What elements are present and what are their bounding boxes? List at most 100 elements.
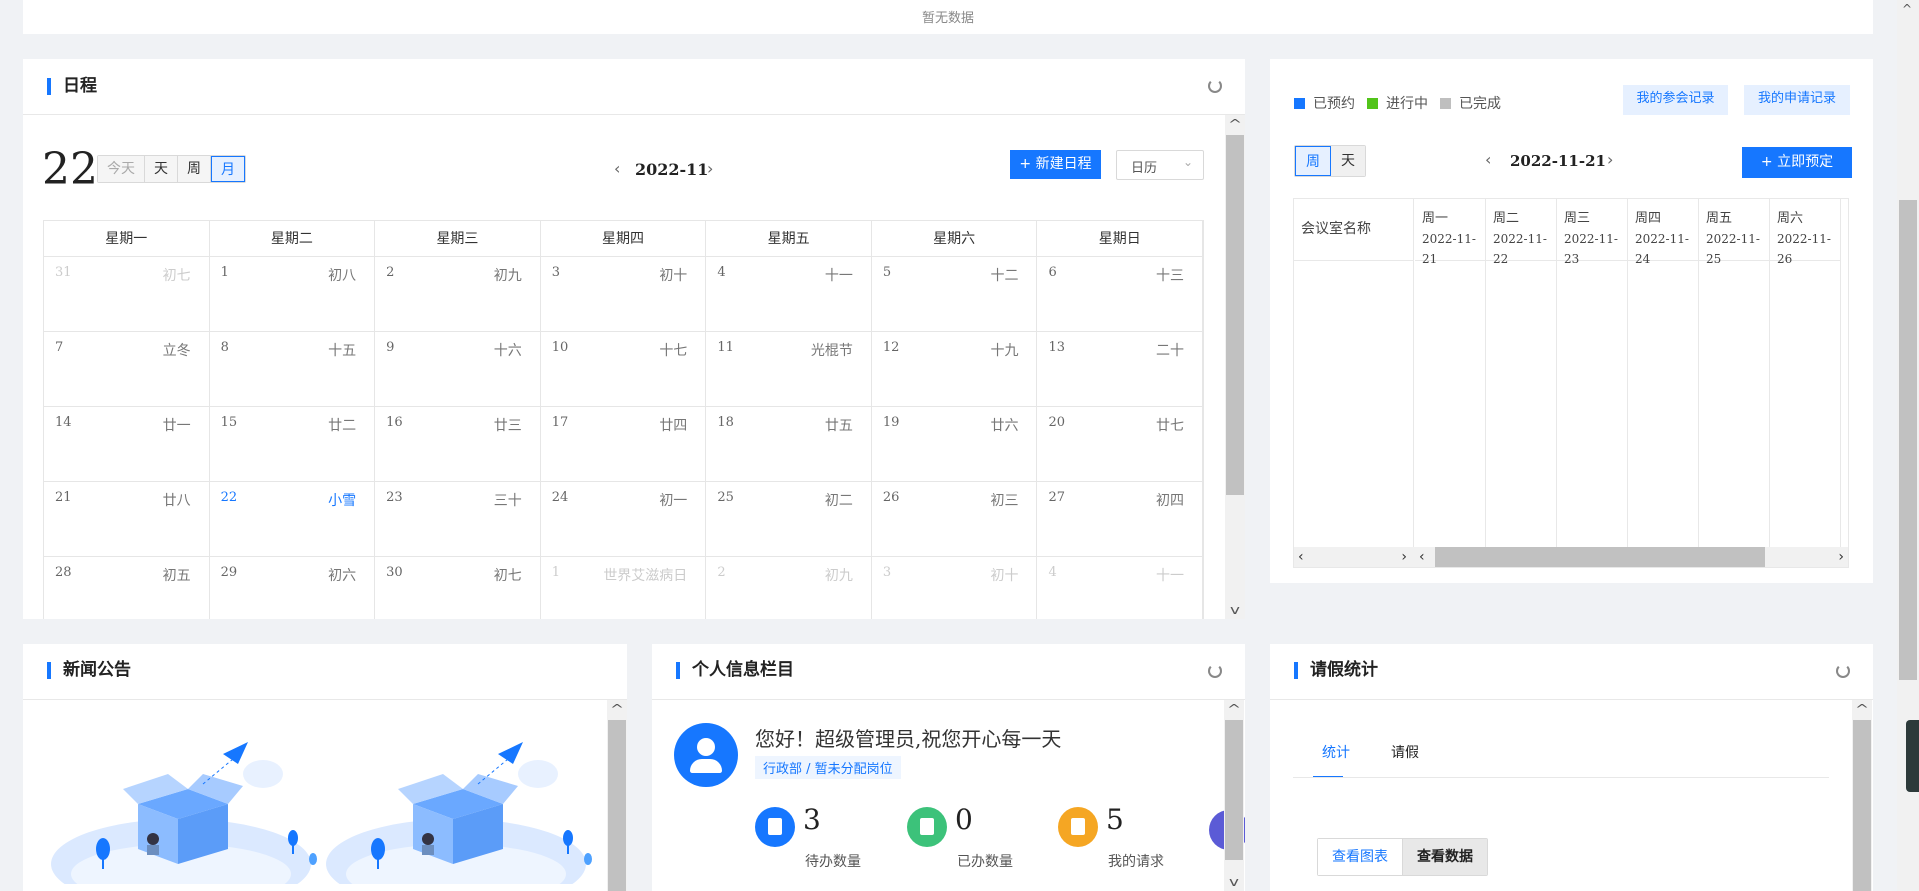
chevron-down-icon: ⌄ <box>1182 155 1193 169</box>
view-data-button[interactable]: 查看数据 <box>1403 839 1487 875</box>
scroll-thumb[interactable] <box>1899 200 1917 680</box>
refresh-icon[interactable] <box>1208 664 1222 678</box>
calendar-day-cell[interactable]: 8 十五 <box>210 332 376 406</box>
calendar-day-cell[interactable]: 22 小雪 <box>210 482 376 556</box>
calendar-day-cell[interactable]: 10 十七 <box>541 332 707 406</box>
tab-leave[interactable]: 请假 <box>1391 742 1419 762</box>
scroll-thumb[interactable] <box>1853 720 1871 891</box>
day-number: 4 <box>717 265 726 280</box>
refresh-icon[interactable] <box>1836 664 1850 678</box>
calendar-day-cell[interactable]: 21 廿八 <box>44 482 210 556</box>
calendar-day-cell[interactable]: 15 廿二 <box>210 407 376 481</box>
calendar-day-cell[interactable]: 5 十二 <box>872 257 1038 331</box>
month-button[interactable]: 月 <box>211 156 245 182</box>
mode-select[interactable]: 日历 ⌄ <box>1116 150 1204 180</box>
calendar-day-cell[interactable]: 17 廿四 <box>541 407 707 481</box>
lunar-label: 初一 <box>659 493 688 509</box>
calendar-day-cell[interactable]: 7 立冬 <box>44 332 210 406</box>
view-chart-button[interactable]: 查看图表 <box>1318 839 1403 875</box>
day-button[interactable]: 天 <box>145 156 178 182</box>
scroll-left-icon[interactable]: ‹ <box>1419 547 1425 567</box>
book-now-button[interactable]: + 立即预定 <box>1742 147 1852 178</box>
weekday-header: 星期二 <box>210 221 376 256</box>
calendar-day-cell[interactable]: 20 廿七 <box>1037 407 1204 481</box>
calendar-day-cell[interactable]: 14 廿一 <box>44 407 210 481</box>
lunar-label: 初七 <box>162 268 191 284</box>
scroll-right-icon[interactable]: › <box>1401 547 1407 567</box>
calendar-day-cell[interactable]: 16 廿三 <box>375 407 541 481</box>
day-column-header: 周五 2022-11-25 <box>1699 199 1769 266</box>
schedule-scrollbar[interactable]: ^ v <box>1225 115 1245 619</box>
day-column: 周三 2022-11-23 <box>1557 199 1628 549</box>
calendar-day-cell[interactable]: 9 十六 <box>375 332 541 406</box>
prev-month-icon[interactable]: ‹ <box>614 159 620 178</box>
schedule-panel: 日程 22 今天 天 周 月 ‹ 2022-11 › + 新建日程 日历 ⌄ 星… <box>23 59 1245 619</box>
calendar-day-cell[interactable]: 23 三十 <box>375 482 541 556</box>
profile-scrollbar[interactable]: ^ v <box>1224 700 1244 891</box>
my-attend-button[interactable]: 我的参会记录 <box>1623 85 1728 115</box>
calendar-day-cell[interactable]: 29 初六 <box>210 557 376 619</box>
stat-number: 5 <box>1106 803 1124 836</box>
calendar-day-cell[interactable]: 28 初五 <box>44 557 210 619</box>
week-view-button[interactable]: 周 <box>1295 146 1331 176</box>
day-view-button[interactable]: 天 <box>1331 146 1365 176</box>
calendar-day-cell[interactable]: 2 初九 <box>706 557 872 619</box>
calendar-day-cell[interactable]: 4 十一 <box>706 257 872 331</box>
calendar-day-cell[interactable]: 12 十九 <box>872 332 1038 406</box>
calendar-day-cell[interactable]: 27 初四 <box>1037 482 1204 556</box>
scroll-up-icon[interactable]: ^ <box>603 702 631 716</box>
scroll-up-icon[interactable]: ^ <box>1221 117 1245 131</box>
day-number: 22 <box>220 490 238 505</box>
scroll-up-icon[interactable]: ^ <box>1902 2 1912 16</box>
scroll-left-icon[interactable]: ‹ <box>1298 547 1304 567</box>
refresh-icon[interactable] <box>1208 79 1222 93</box>
meeting-hscroll-right[interactable]: ‹ › <box>1415 547 1848 567</box>
calendar-day-cell[interactable]: 6 十三 <box>1037 257 1204 331</box>
day-number: 1 <box>220 265 229 280</box>
day-column: 周四 2022-11-24 <box>1628 199 1699 549</box>
meeting-hscroll-left[interactable]: ‹ › <box>1294 547 1415 567</box>
calendar-day-cell[interactable]: 2 初九 <box>375 257 541 331</box>
room-name-header: 会议室名称 <box>1294 199 1413 261</box>
side-widget[interactable] <box>1906 720 1919 792</box>
calendar-day-cell[interactable]: 3 初十 <box>541 257 707 331</box>
leave-scrollbar[interactable]: ^ <box>1852 700 1872 891</box>
next-month-icon[interactable]: › <box>707 159 713 178</box>
calendar-day-cell[interactable]: 4 十一 <box>1037 557 1204 619</box>
scroll-right-icon[interactable]: › <box>1838 547 1844 567</box>
scroll-thumb[interactable] <box>608 720 626 891</box>
scroll-thumb[interactable] <box>1435 547 1765 567</box>
calendar-day-cell[interactable]: 25 初二 <box>706 482 872 556</box>
tab-stats[interactable]: 统计 <box>1322 742 1350 762</box>
day-number: 15 <box>220 415 238 430</box>
scroll-down-icon[interactable]: v <box>1221 603 1245 617</box>
calendar-day-cell[interactable]: 30 初七 <box>375 557 541 619</box>
weekday-header: 星期三 <box>375 221 541 256</box>
today-button[interactable]: 今天 <box>98 156 145 182</box>
date-label: 2022-11-24 <box>1635 232 1689 266</box>
scroll-thumb[interactable] <box>1226 135 1244 495</box>
month-label: 2022-11 <box>635 160 709 179</box>
news-scrollbar[interactable]: ^ <box>607 700 627 891</box>
prev-week-icon[interactable]: ‹ <box>1485 150 1491 169</box>
my-apply-button[interactable]: 我的申请记录 <box>1744 85 1850 115</box>
calendar-day-cell[interactable]: 1 初八 <box>210 257 376 331</box>
calendar-day-cell[interactable]: 3 初十 <box>872 557 1038 619</box>
calendar-day-cell[interactable]: 26 初三 <box>872 482 1038 556</box>
date-label: 2022-11-25 <box>1706 232 1760 266</box>
calendar-day-cell[interactable]: 24 初一 <box>541 482 707 556</box>
scroll-up-icon[interactable]: ^ <box>1220 702 1245 716</box>
calendar-day-cell[interactable]: 1 世界艾滋病日 <box>541 557 707 619</box>
date-label: 2022-11-23 <box>1564 232 1618 266</box>
calendar-day-cell[interactable]: 11 光棍节 <box>706 332 872 406</box>
calendar-day-cell[interactable]: 18 廿五 <box>706 407 872 481</box>
calendar-day-cell[interactable]: 13 二十 <box>1037 332 1204 406</box>
scroll-thumb[interactable] <box>1225 720 1243 860</box>
calendar-day-cell[interactable]: 31 初七 <box>44 257 210 331</box>
scroll-down-icon[interactable]: v <box>1220 875 1245 889</box>
calendar-day-cell[interactable]: 19 廿六 <box>872 407 1038 481</box>
next-week-icon[interactable]: › <box>1607 150 1613 169</box>
new-schedule-button[interactable]: + 新建日程 <box>1010 150 1101 179</box>
scroll-up-icon[interactable]: ^ <box>1848 702 1876 716</box>
week-button[interactable]: 周 <box>178 156 211 182</box>
